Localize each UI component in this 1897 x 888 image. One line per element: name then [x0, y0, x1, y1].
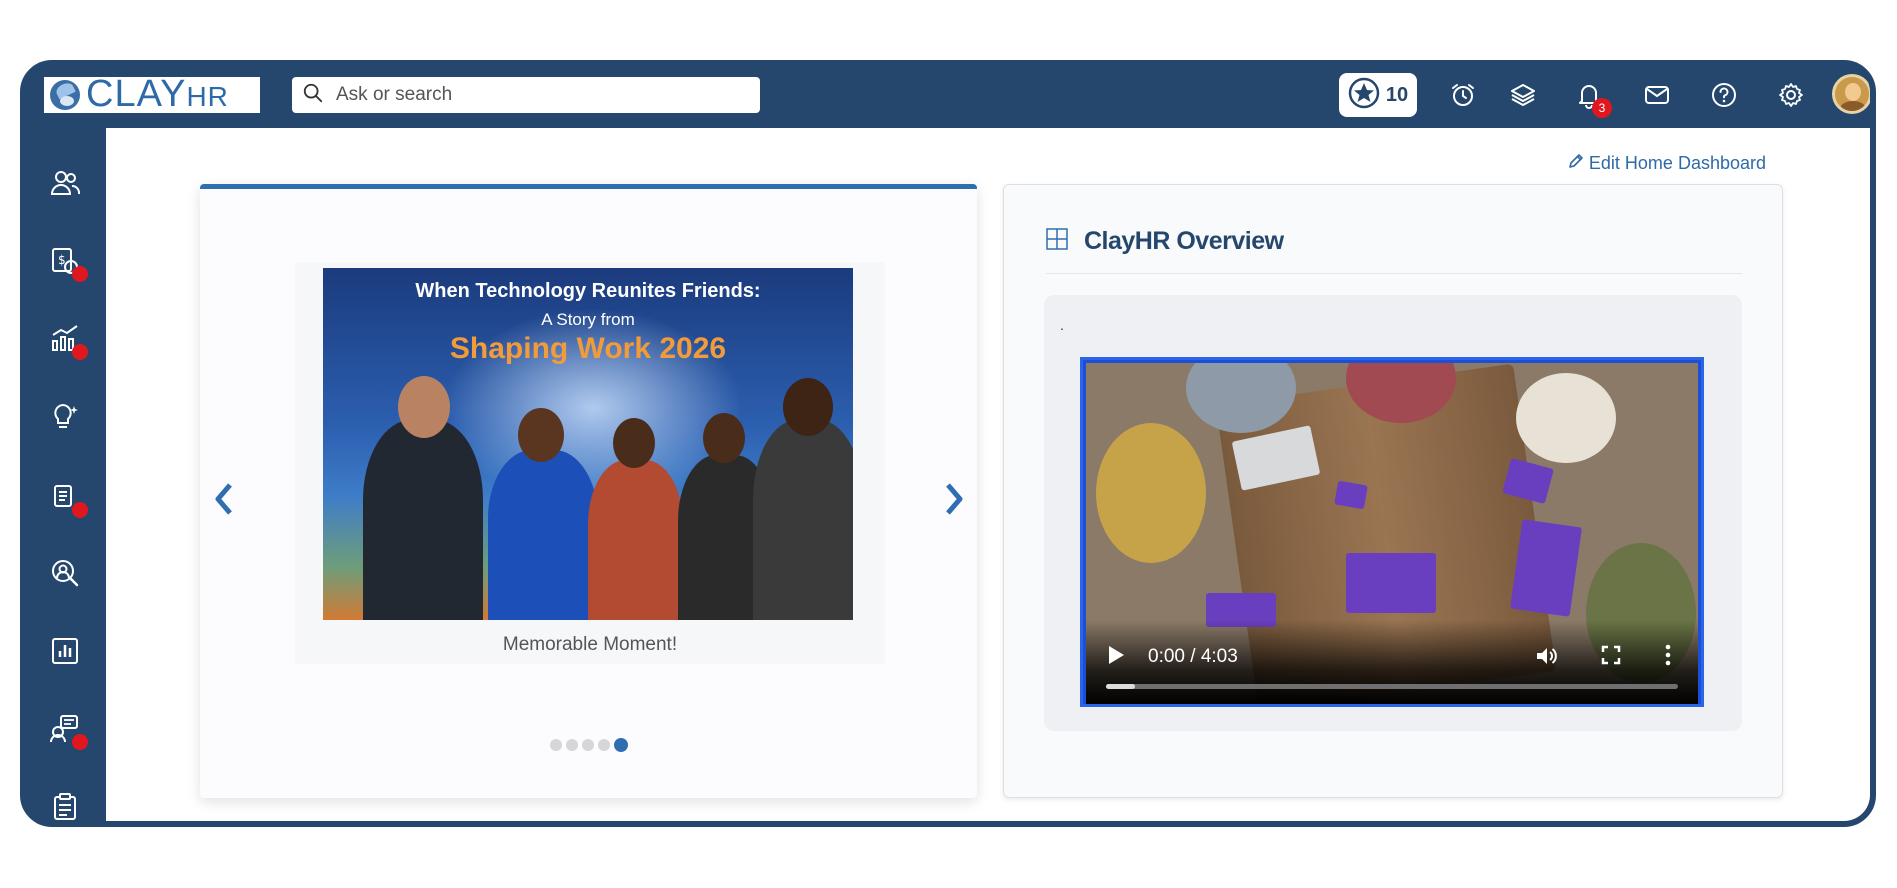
bell-icon[interactable]: 3: [1574, 80, 1612, 118]
image-title-line1: When Technology Reunites Friends:: [415, 280, 761, 302]
search-icon: [302, 82, 324, 109]
overview-video-player[interactable]: 0:00 / 4:03: [1080, 357, 1704, 707]
video-progress-fill: [1106, 684, 1135, 689]
carousel-indicators: [200, 738, 977, 752]
carousel-dot-5[interactable]: [613, 738, 628, 752]
image-title-line3: Shaping Work 2026: [449, 332, 727, 365]
app-frame: CLAYHR 10 3: [20, 60, 1876, 827]
user-avatar[interactable]: [1832, 74, 1870, 114]
overview-panel-text: .: [1060, 317, 1064, 333]
growth-alert-dot: [72, 344, 88, 360]
carousel-next-icon[interactable]: [940, 479, 968, 519]
growth-chart-icon[interactable]: [48, 322, 88, 360]
payroll-icon[interactable]: $: [48, 244, 88, 282]
idea-bulb-icon[interactable]: [48, 400, 82, 434]
documents-icon[interactable]: [48, 480, 88, 518]
assistant-icon[interactable]: [48, 712, 88, 750]
video-time: 0:00 / 4:03: [1148, 646, 1238, 667]
slide-image: When Technology Reunites Friends: A Stor…: [323, 268, 853, 620]
overview-divider: [1046, 273, 1742, 274]
search-box[interactable]: [292, 77, 760, 113]
logo-mark-icon: [50, 80, 80, 110]
dashboard-content: Edit Home Dashboard When Technology Reun…: [106, 128, 1870, 821]
mail-icon[interactable]: [1642, 80, 1672, 110]
overview-card: ClayHR Overview . 0:00 / 4:03: [1003, 184, 1783, 798]
play-icon[interactable]: [1106, 644, 1126, 671]
assistant-alert-dot: [72, 734, 88, 750]
points-count: 10: [1385, 83, 1409, 106]
alarm-clock-icon[interactable]: [1448, 80, 1478, 110]
star-icon: [1348, 77, 1380, 114]
carousel-slide: When Technology Reunites Friends: A Stor…: [295, 262, 885, 664]
clipboard-icon[interactable]: [48, 790, 82, 821]
carousel-dot-2[interactable]: [565, 739, 578, 751]
carousel-dot-3[interactable]: [581, 739, 594, 751]
layers-icon[interactable]: [1508, 80, 1538, 110]
video-controls: 0:00 / 4:03: [1086, 620, 1698, 704]
reports-icon[interactable]: [48, 634, 82, 668]
overview-title: ClayHR Overview: [1084, 227, 1284, 255]
top-bar: CLAYHR 10 3: [26, 66, 1870, 128]
edit-home-dashboard-link[interactable]: Edit Home Dashboard: [1567, 152, 1766, 175]
fullscreen-icon[interactable]: [1600, 644, 1622, 673]
notification-count-badge: 3: [1592, 98, 1612, 118]
gear-icon[interactable]: [1776, 80, 1806, 110]
people-icon[interactable]: [48, 166, 82, 200]
grid-icon: [1046, 228, 1068, 255]
carousel-card: When Technology Reunites Friends: A Stor…: [200, 184, 977, 798]
pencil-icon: [1567, 152, 1585, 175]
documents-alert-dot: [72, 502, 88, 518]
sidebar: $: [26, 128, 106, 821]
carousel-prev-icon[interactable]: [210, 479, 238, 519]
overview-header: ClayHR Overview: [1046, 227, 1284, 256]
overview-panel: . 0:00 / 4:03: [1044, 295, 1742, 731]
image-title-line2: A Story from: [541, 310, 635, 329]
carousel-dot-1[interactable]: [549, 739, 562, 751]
help-icon[interactable]: [1709, 80, 1739, 110]
carousel-dot-4[interactable]: [597, 739, 610, 751]
clayhr-logo[interactable]: CLAYHR: [44, 72, 260, 115]
volume-icon[interactable]: [1534, 644, 1558, 673]
search-input[interactable]: [334, 83, 738, 107]
logo-text: CLAYHR: [86, 72, 229, 115]
payroll-alert-dot: [72, 266, 88, 282]
edit-home-dashboard-label: Edit Home Dashboard: [1588, 153, 1766, 173]
more-options-icon[interactable]: [1664, 644, 1672, 673]
video-progress-bar[interactable]: [1106, 684, 1678, 689]
points-badge[interactable]: 10: [1339, 73, 1417, 117]
video-right-controls: [1534, 644, 1672, 673]
slide-caption: Memorable Moment!: [502, 634, 678, 655]
employee-search-icon[interactable]: [48, 556, 82, 590]
